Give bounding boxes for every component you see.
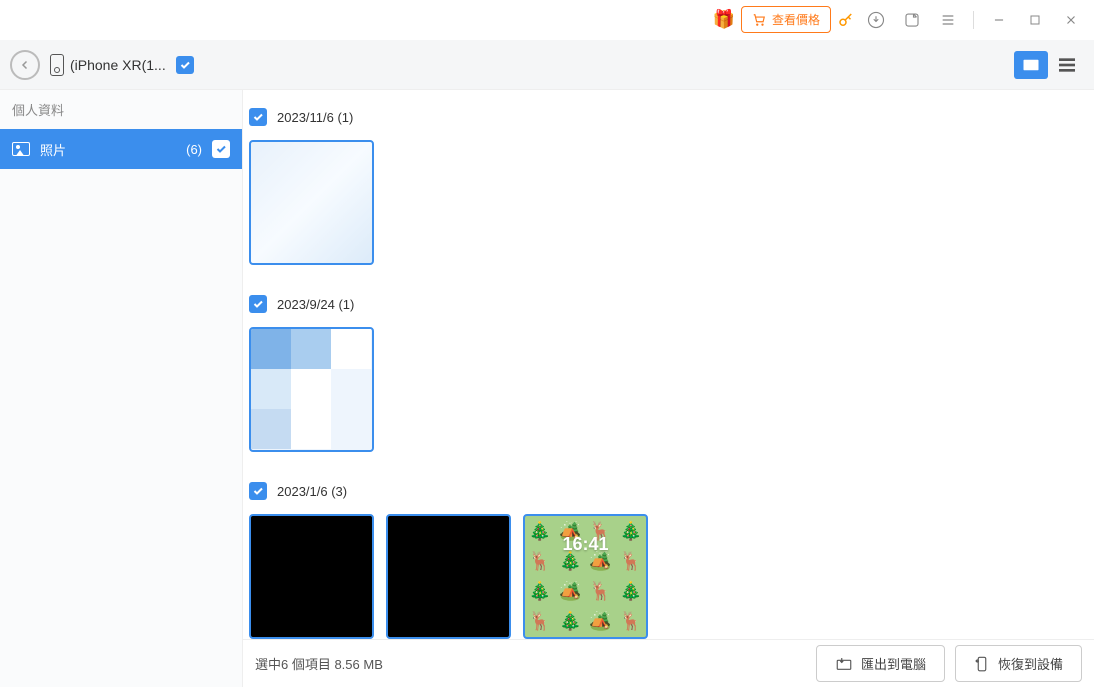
sidebar-header: 個人資料	[0, 90, 242, 129]
group-date: 2023/9/24 (1)	[277, 297, 354, 312]
export-icon	[835, 656, 853, 672]
export-button[interactable]: 匯出到電腦	[816, 645, 945, 682]
device-checkbox[interactable]	[176, 56, 194, 74]
feedback-icon[interactable]	[897, 5, 927, 35]
group-header: 2023/11/6 (1)	[249, 102, 1088, 132]
sidebar-item-photos[interactable]: 照片 (6)	[0, 129, 242, 169]
sidebar-checkbox[interactable]	[212, 140, 230, 158]
selection-status: 選中6 個項目 8.56 MB	[255, 654, 383, 673]
photo-thumbnail[interactable]	[249, 140, 374, 265]
content: 2023/11/6 (1) 2023/9/24 (1) 2023/1/6 (3) 🎄🏕…	[243, 90, 1094, 687]
device-info[interactable]: (iPhone XR(1...	[50, 54, 166, 76]
group-checkbox[interactable]	[249, 108, 267, 126]
thumbnail-row	[249, 132, 1088, 281]
key-icon[interactable]	[837, 11, 855, 29]
price-label: 查看價格	[772, 11, 820, 28]
main: 個人資料 照片 (6) 2023/11/6 (1)2023/9/24 (1)20…	[0, 90, 1094, 687]
list-view-button[interactable]	[1050, 51, 1084, 79]
photo-icon	[12, 142, 30, 156]
view-toggle	[1014, 51, 1084, 79]
back-button[interactable]	[10, 50, 40, 80]
minimize-button[interactable]	[984, 5, 1014, 35]
footer-actions: 匯出到電腦 恢復到設備	[816, 645, 1082, 682]
download-icon[interactable]	[861, 5, 891, 35]
photo-group: 2023/11/6 (1)	[249, 102, 1088, 281]
device-bar: (iPhone XR(1...	[0, 40, 1094, 90]
menu-icon[interactable]	[933, 5, 963, 35]
restore-icon	[974, 655, 990, 673]
thumbnail-row: 🎄🏕️🦌🎄🦌🎄🏕️🦌🎄🏕️🦌🎄🦌🎄🏕️🦌16:41	[249, 506, 1088, 655]
grid-view-button[interactable]	[1014, 51, 1048, 79]
sidebar-item-count: (6)	[186, 142, 202, 157]
restore-button[interactable]: 恢復到設備	[955, 645, 1082, 682]
device-name: (iPhone XR(1...	[70, 57, 166, 73]
cart-icon	[752, 13, 766, 27]
group-date: 2023/11/6 (1)	[277, 110, 353, 125]
divider	[973, 11, 974, 29]
sidebar-item-label: 照片	[40, 140, 176, 159]
group-checkbox[interactable]	[249, 295, 267, 313]
thumbnail-row	[249, 319, 1088, 468]
photo-thumbnail[interactable]	[386, 514, 511, 639]
footer: 選中6 個項目 8.56 MB 匯出到電腦 恢復到設備	[243, 639, 1094, 687]
view-price-button[interactable]: 查看價格	[741, 6, 831, 33]
group-date: 2023/1/6 (3)	[277, 484, 347, 499]
restore-label: 恢復到設備	[998, 654, 1063, 673]
photo-group: 2023/1/6 (3) 🎄🏕️🦌🎄🦌🎄🏕️🦌🎄🏕️🦌🎄🦌🎄🏕️🦌16:41	[249, 476, 1088, 655]
device-left: (iPhone XR(1...	[10, 50, 194, 80]
export-label: 匯出到電腦	[861, 654, 926, 673]
photo-thumbnail[interactable]	[249, 514, 374, 639]
maximize-button[interactable]	[1020, 5, 1050, 35]
close-button[interactable]	[1056, 5, 1086, 35]
titlebar: 🎁 查看價格	[0, 0, 1094, 40]
group-header: 2023/1/6 (3)	[249, 476, 1088, 506]
group-checkbox[interactable]	[249, 482, 267, 500]
photo-thumbnail[interactable]: 🎄🏕️🦌🎄🦌🎄🏕️🦌🎄🏕️🦌🎄🦌🎄🏕️🦌16:41	[523, 514, 648, 639]
sidebar: 個人資料 照片 (6)	[0, 90, 243, 687]
photo-thumbnail[interactable]	[249, 327, 374, 452]
photo-group: 2023/9/24 (1)	[249, 289, 1088, 468]
group-header: 2023/9/24 (1)	[249, 289, 1088, 319]
phone-icon	[50, 54, 64, 76]
gift-icon[interactable]: 🎁	[713, 9, 735, 30]
